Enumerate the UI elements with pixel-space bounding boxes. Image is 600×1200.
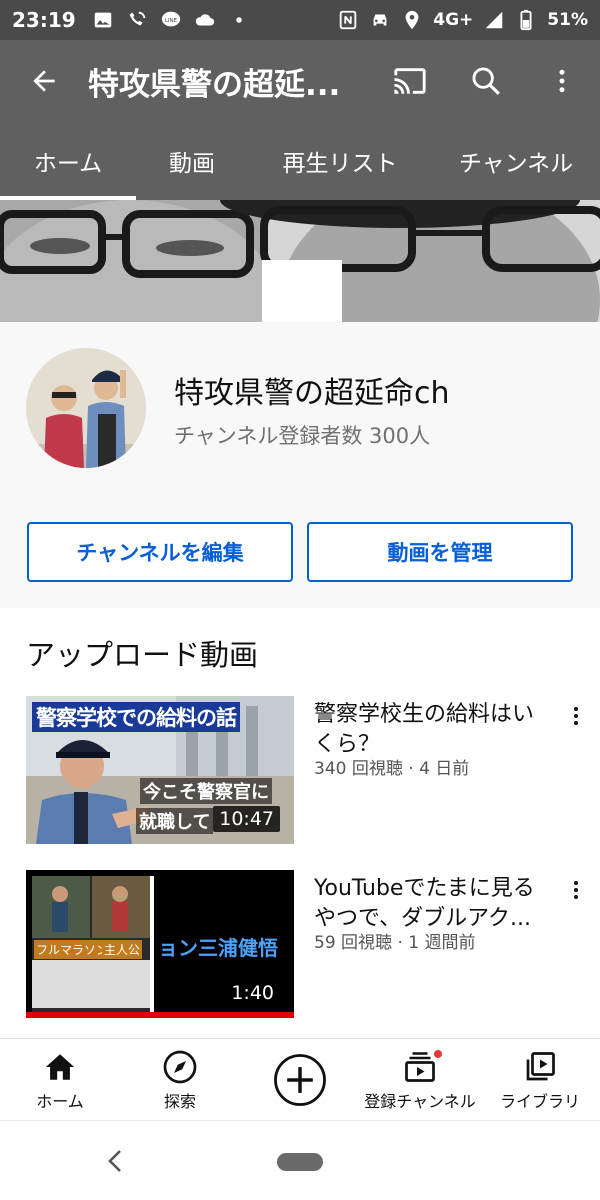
thumb-label-marathon: フルマラソン	[34, 940, 111, 959]
back-arrow-icon	[33, 70, 55, 92]
video-thumbnail[interactable]: フルマラソン 主人公 ョン三浦健悟 1:40	[26, 870, 294, 1018]
car-icon	[373, 14, 387, 26]
more-vert-icon	[574, 707, 578, 725]
channel-header: 特攻県警の超延命ch チャンネル登録者数 300人 チャンネルを編集 動画を管理	[0, 322, 600, 608]
wifi-calling-icon	[129, 11, 145, 26]
search-button[interactable]	[448, 40, 524, 122]
nav-home-label: ホーム	[36, 1091, 84, 1111]
nav-explore[interactable]: 探索	[120, 1039, 240, 1120]
system-back-icon[interactable]	[104, 1147, 128, 1175]
system-home-pill[interactable]	[277, 1153, 323, 1171]
gallery-icon	[94, 12, 111, 28]
subscriber-count: チャンネル登録者数 300人	[174, 424, 431, 448]
search-icon	[472, 67, 500, 95]
channel-banner	[0, 200, 600, 322]
library-icon	[526, 1051, 555, 1080]
video-duration: 1:40	[231, 982, 274, 1004]
edit-channel-button[interactable]: チャンネルを編集	[27, 522, 293, 582]
more-vert-icon	[559, 69, 565, 93]
back-button[interactable]	[0, 40, 88, 122]
video-menu-button[interactable]	[562, 874, 590, 906]
thumb-caption-top: 警察学校での給料の話	[32, 702, 240, 732]
home-icon	[45, 1053, 75, 1080]
cloud-icon	[195, 14, 214, 26]
cast-button[interactable]	[372, 40, 448, 122]
video-metadata: 340 回視聴 · 4 日前	[314, 759, 470, 779]
channel-name: 特攻県警の超延命ch	[174, 376, 450, 411]
video-metadata: 59 回視聴 · 1 週間前	[314, 933, 476, 953]
location-icon	[405, 10, 419, 30]
channel-tabs: ホーム 動画 再生リスト チャンネル	[0, 122, 600, 200]
battery-icon	[520, 9, 532, 31]
cast-icon	[394, 68, 426, 94]
app-bar: 特攻県警の超延...	[0, 40, 600, 122]
signal-icon	[486, 11, 503, 29]
uploads-section-title: アップロード動画	[26, 638, 259, 672]
channel-avatar[interactable]	[26, 348, 146, 468]
tab-playlists[interactable]: 再生リスト	[248, 122, 432, 200]
nav-explore-label: 探索	[163, 1091, 196, 1111]
nav-library[interactable]: ライブラリ	[480, 1039, 600, 1120]
nav-library-label: ライブラリ	[499, 1091, 580, 1111]
video-thumbnail[interactable]: 警察学校での給料の話 今こそ警察官に 就職して 10:47	[26, 696, 294, 844]
notification-badge	[432, 1047, 444, 1060]
nav-subscriptions-label: 登録チャンネル	[364, 1091, 476, 1111]
nav-create[interactable]	[240, 1039, 360, 1120]
add-circle-icon	[274, 1053, 326, 1106]
explore-icon	[163, 1050, 197, 1083]
tab-channels[interactable]: チャンネル	[432, 122, 600, 200]
clock: 23:19	[12, 8, 76, 32]
network-type: 4G+	[433, 10, 474, 30]
more-vert-icon	[574, 881, 578, 899]
youtube-channel-screen: 23:19 LINE 4G+ 51% 特攻県警の超延... ホーム 動画 再生リ…	[0, 0, 600, 1200]
video-menu-button[interactable]	[562, 700, 590, 732]
line-icon: LINE	[161, 11, 180, 27]
svg-text:LINE: LINE	[165, 18, 178, 24]
thumb-caption: ョン三浦健悟	[158, 936, 278, 960]
banner-image	[0, 200, 600, 322]
video-duration: 10:47	[213, 806, 280, 832]
page-title: 特攻県警の超延...	[88, 66, 341, 103]
video-item[interactable]: 警察学校での給料の話 今こそ警察官に 就職して 10:47 警察学校生の給料はい…	[0, 696, 600, 846]
avatar-image	[26, 348, 146, 468]
bottom-navigation: ホーム 探索 登録チャンネル ライブラリ	[0, 1038, 600, 1120]
system-navigation-bar	[0, 1120, 600, 1200]
nav-home[interactable]: ホーム	[0, 1039, 120, 1120]
video-title[interactable]: YouTubeでたまに見るやつで、ダブルアク...	[314, 874, 554, 934]
status-bar: 23:19 LINE 4G+ 51%	[0, 0, 600, 40]
nfc-icon	[340, 10, 357, 30]
manage-videos-button[interactable]: 動画を管理	[307, 522, 573, 582]
battery-level: 51%	[547, 10, 588, 30]
thumb-label-protagonist: 主人公	[102, 940, 143, 959]
thumb-caption-bottom-2: 就職して	[136, 808, 214, 834]
tab-videos[interactable]: 動画	[136, 122, 248, 200]
tab-home[interactable]: ホーム	[0, 122, 136, 200]
video-title[interactable]: 警察学校生の給料はいくら？	[314, 700, 554, 760]
video-item[interactable]: フルマラソン 主人公 ョン三浦健悟 1:40 YouTubeでたまに見るやつで、…	[0, 870, 600, 1020]
more-options-button[interactable]	[524, 40, 600, 122]
dot-icon	[235, 17, 242, 23]
thumb-caption-bottom-1: 今こそ警察官に	[140, 778, 272, 804]
nav-subscriptions[interactable]: 登録チャンネル	[360, 1039, 480, 1120]
